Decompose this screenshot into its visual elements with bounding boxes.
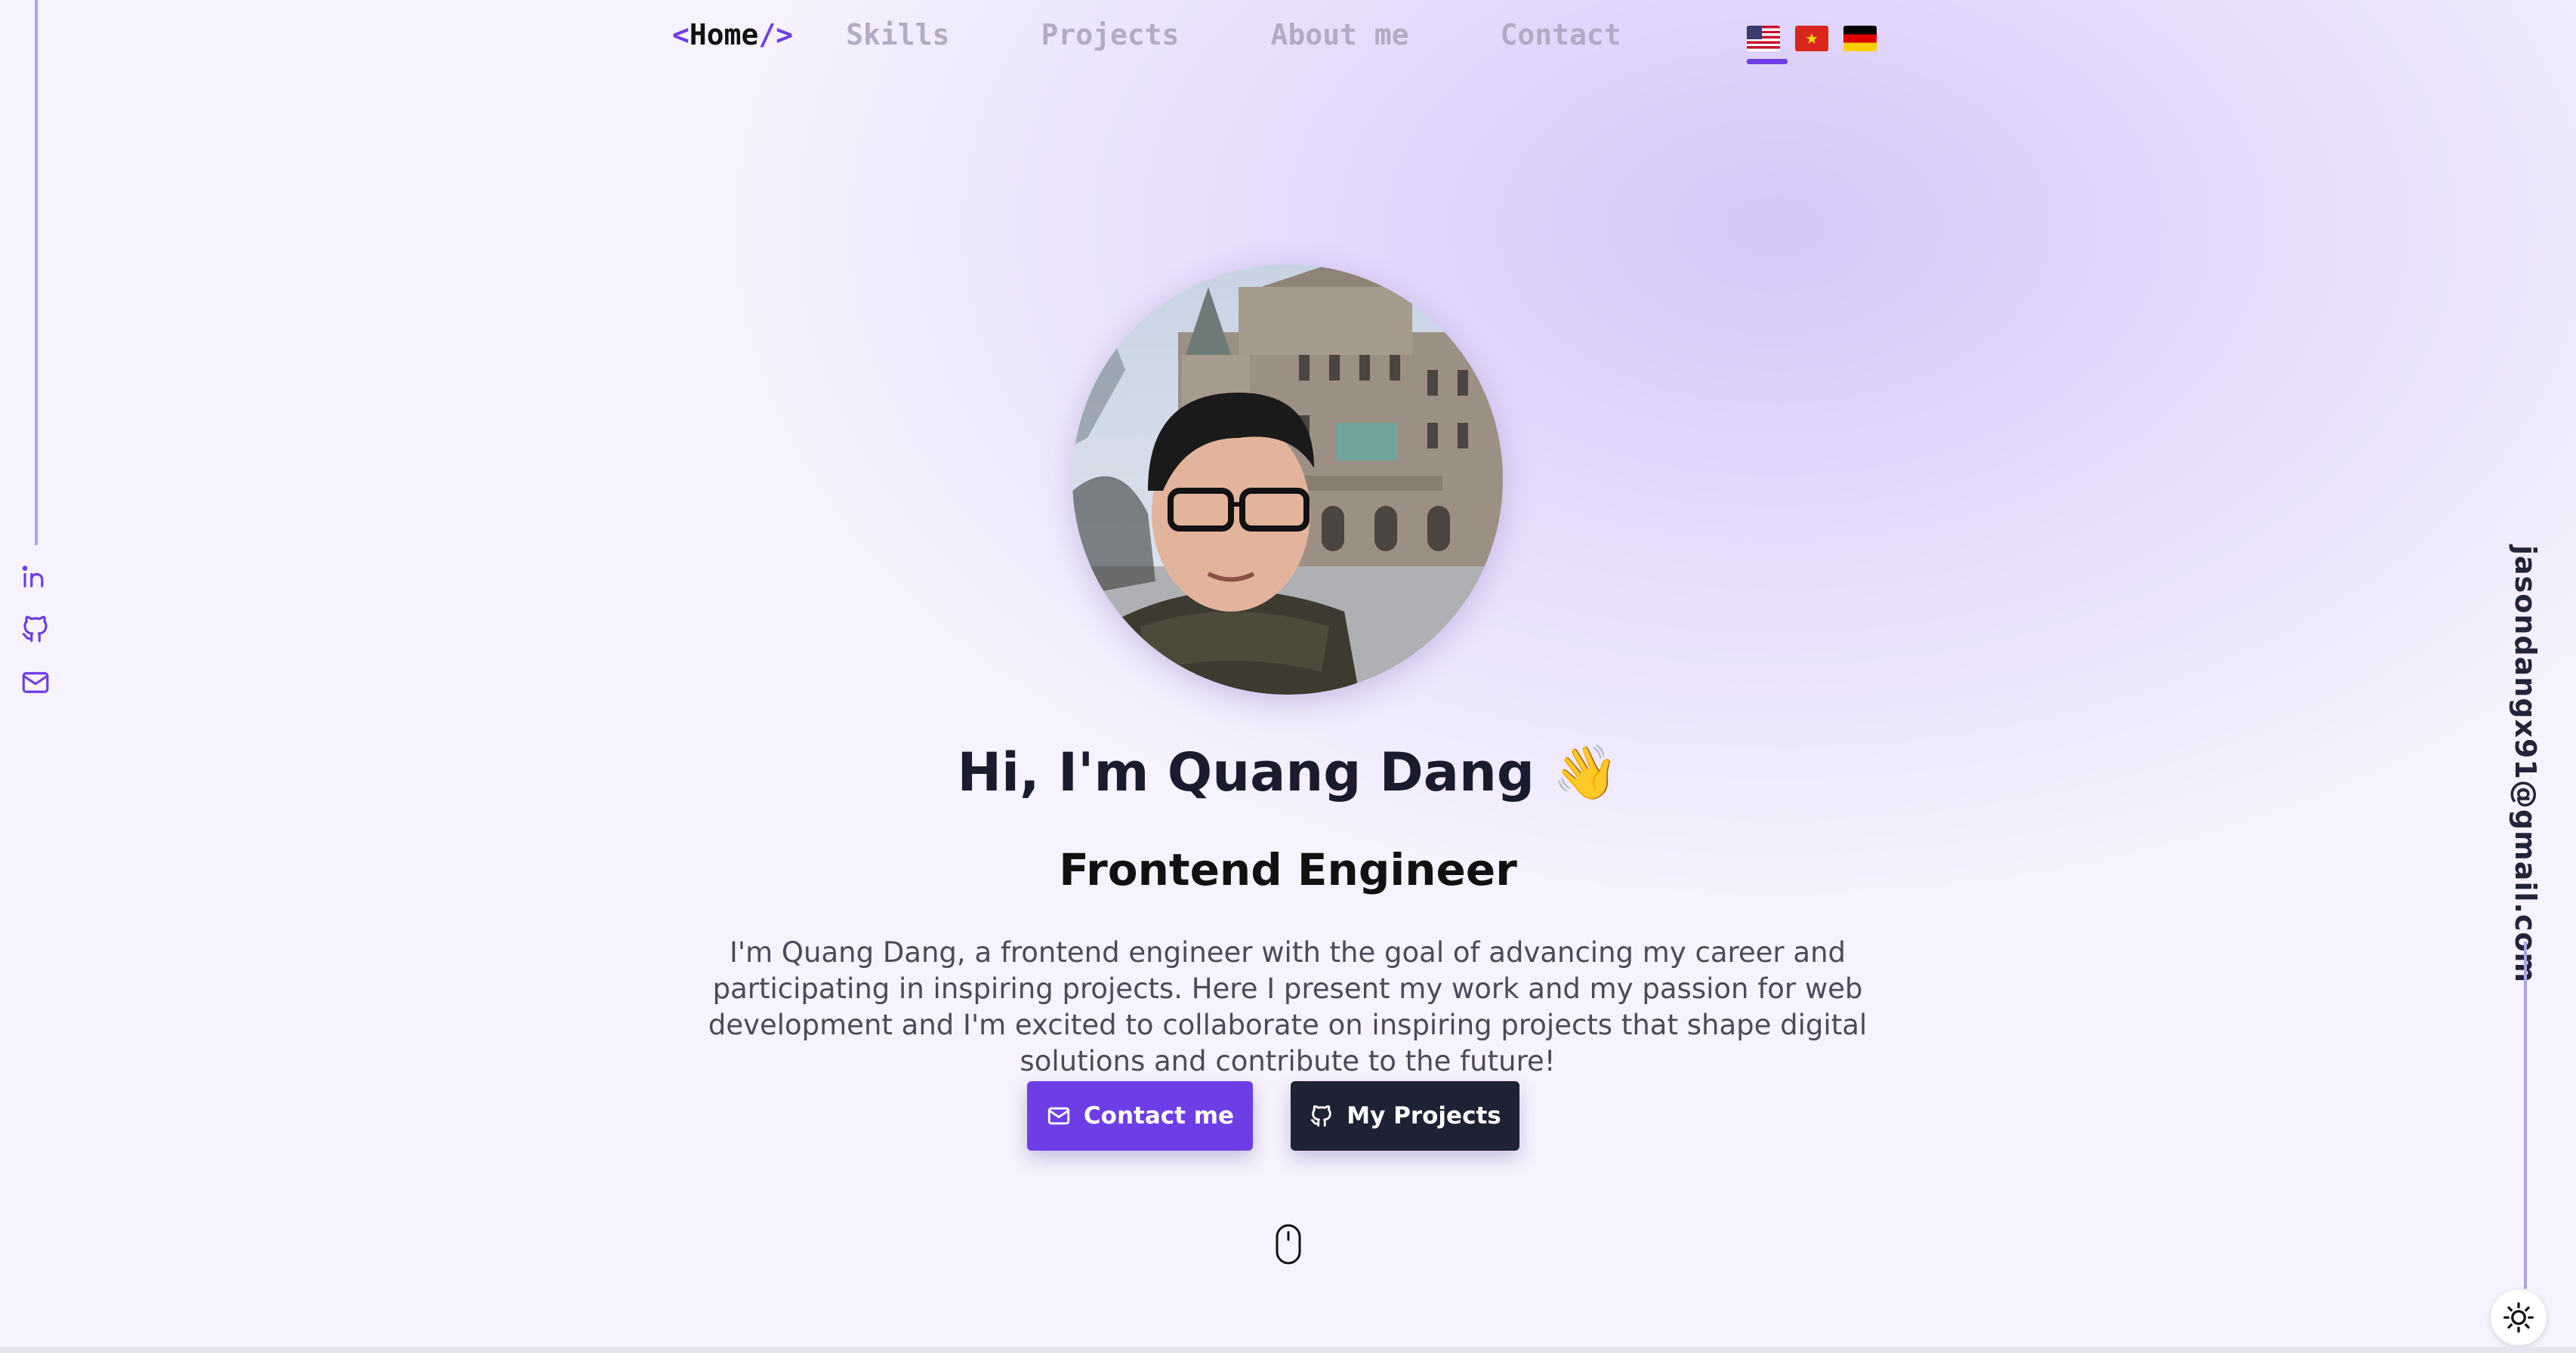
nav-home-link[interactable]: <Home/> [672, 18, 793, 51]
hero-greeting: Hi, I'm Quang Dang 👋 [0, 741, 2576, 804]
hero-intro: I'm Quang Dang, a frontend engineer with… [708, 936, 1868, 1077]
mail-icon [1047, 1107, 1070, 1125]
hero-role: Frontend Engineer [1059, 844, 1517, 895]
contact-me-button[interactable]: Contact me [1027, 1081, 1253, 1151]
right-rail-line [2524, 942, 2527, 1289]
vietnam-flag-icon[interactable]: ★ [1795, 26, 1828, 51]
theme-toggle-button[interactable] [2491, 1290, 2547, 1345]
sun-icon [2504, 1302, 2534, 1333]
greeting-text: Hi, I'm Quang Dang [957, 741, 1535, 803]
home-bracket-open: < [672, 18, 690, 51]
github-icon[interactable] [18, 612, 53, 646]
nav-projects-link[interactable]: Projects [1041, 18, 1179, 51]
left-rail-line [35, 0, 38, 545]
github-icon [1311, 1105, 1332, 1127]
nav-about-link[interactable]: About me [1270, 18, 1408, 51]
bottom-divider [0, 1347, 2576, 1353]
my-projects-button[interactable]: My Projects [1291, 1081, 1519, 1151]
profile-photo [1072, 264, 1503, 695]
top-nav: <Home/> Skills Projects About me Contact [672, 18, 1621, 51]
linkedin-icon[interactable] [18, 559, 53, 594]
home-bracket-close: /> [758, 18, 794, 51]
germany-flag-icon[interactable] [1843, 26, 1877, 51]
nav-skills-link[interactable]: Skills [846, 18, 949, 51]
nav-home-label: Home [689, 18, 759, 51]
mail-icon[interactable] [18, 665, 53, 700]
selected-language-indicator [1747, 59, 1788, 64]
nav-contact-link[interactable]: Contact [1501, 18, 1621, 51]
my-projects-label: My Projects [1347, 1102, 1501, 1130]
us-flag-icon[interactable] [1747, 26, 1780, 51]
waving-hand-icon: 👋 [1553, 741, 1619, 803]
contact-me-label: Contact me [1083, 1102, 1235, 1130]
profile-avatar [1072, 264, 1503, 695]
scroll-mouse-icon[interactable] [1275, 1223, 1302, 1265]
language-switcher: ★ [1747, 26, 1892, 51]
